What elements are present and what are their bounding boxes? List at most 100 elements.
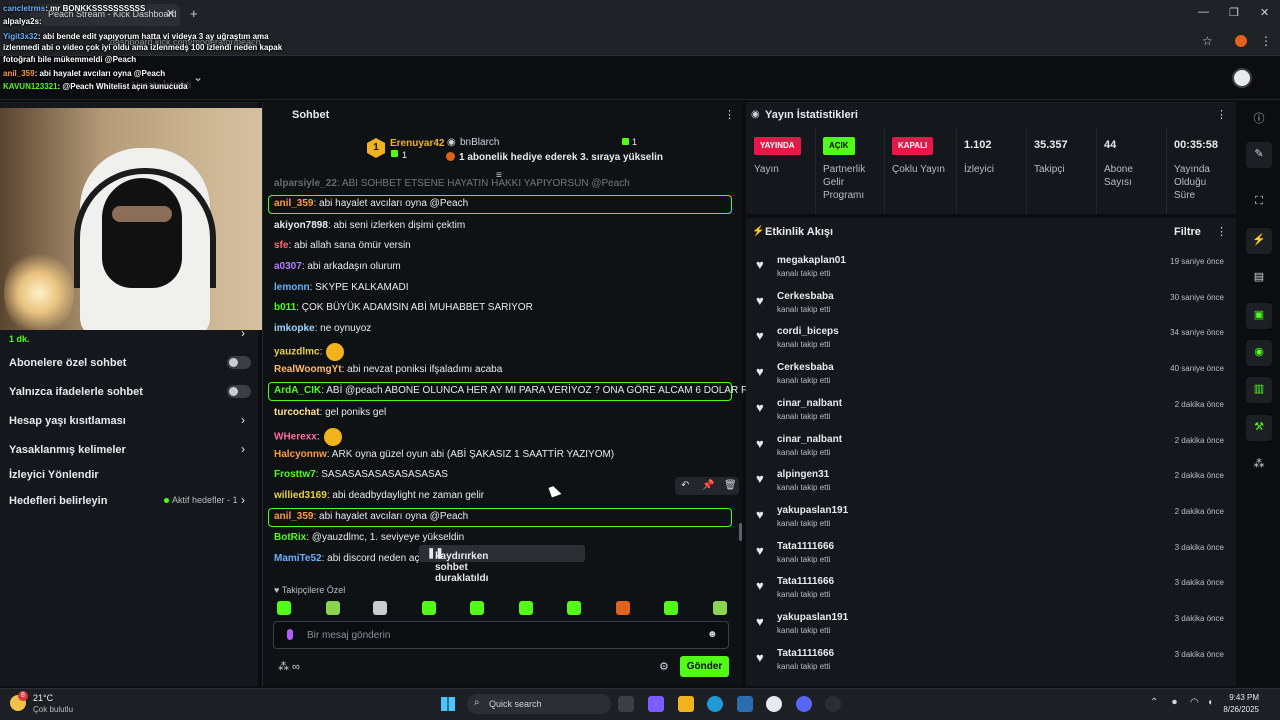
wifi-icon[interactable]: ◠	[1190, 697, 1199, 708]
chat-username[interactable]: sfe	[274, 240, 288, 251]
emoji-icon[interactable]: ☻	[707, 629, 718, 640]
stats-menu-icon[interactable]: ⋮	[1216, 108, 1227, 121]
obs-app-icon[interactable]	[825, 696, 841, 712]
subscriber-chat-toggle[interactable]	[227, 356, 251, 369]
chat-message[interactable]: turcochat: gel poniks gel	[274, 407, 386, 418]
emote-shortcut[interactable]	[616, 601, 630, 615]
discord-app-icon[interactable]	[796, 696, 812, 712]
emote-shortcut[interactable]	[470, 601, 484, 615]
edge-app-icon[interactable]	[707, 696, 723, 712]
feed-username[interactable]: yakupaslan191	[777, 505, 848, 516]
feed-username[interactable]: Tata1111666	[777, 648, 834, 659]
feed-username[interactable]: cinar_nalbant	[777, 398, 842, 409]
feed-username[interactable]: Tata1111666	[777, 576, 834, 587]
emote-shortcut[interactable]	[713, 601, 727, 615]
chat-username[interactable]: WHerexx	[274, 432, 317, 443]
send-button[interactable]: Gönder	[680, 656, 729, 677]
edit-icon[interactable]: ✎	[1246, 142, 1272, 168]
quick-action-icon[interactable]: ⚡	[1246, 228, 1272, 254]
copilot-app-icon[interactable]	[648, 696, 664, 712]
window-close-icon[interactable]: ✕	[1260, 6, 1269, 19]
chat-username[interactable]: RealWoomgYt	[274, 364, 342, 375]
close-tab-icon[interactable]: ✕	[166, 7, 175, 20]
info-icon[interactable]: ⓘ	[1246, 105, 1272, 131]
weather-desc[interactable]: Çok bulutlu	[33, 705, 73, 714]
chat-username[interactable]: alparsiyle_22	[274, 178, 337, 189]
extension-icon[interactable]	[1235, 35, 1247, 47]
pinned-user[interactable]: bnBlarch	[460, 137, 499, 148]
emote-shortcut[interactable]	[567, 601, 581, 615]
terminal-app-icon[interactable]	[618, 696, 634, 712]
chevron-right-icon[interactable]: ›	[241, 493, 245, 507]
chat-message[interactable]: WHerexx:	[274, 428, 342, 446]
browser-menu-icon[interactable]: ⋮	[1260, 34, 1272, 48]
chat-message[interactable]: alparsiyle_22: ABI SOHBET ETSENE HAYATIN…	[274, 178, 630, 189]
chat-message[interactable]: anil_359: abi hayalet avcıları oyna @Pea…	[274, 198, 468, 209]
weather-temp[interactable]: 21°C	[33, 693, 53, 703]
feed-username[interactable]: Cerkesbaba	[777, 291, 834, 302]
new-tab-icon[interactable]: +	[190, 6, 198, 21]
chrome-app-icon[interactable]	[766, 696, 782, 712]
chat-username[interactable]: b011	[274, 302, 296, 313]
feed-username[interactable]: Tata1111666	[777, 541, 834, 552]
chat-message[interactable]: yauzdlmc:	[274, 343, 345, 361]
chat-username[interactable]: BotRix	[274, 532, 306, 543]
chat-message[interactable]: ArdA_CIK: ABİ @peach ABONE OLUNCA HER AY…	[274, 385, 772, 396]
emote-shortcut[interactable]	[326, 601, 340, 615]
gift-cta[interactable]: 1 abonelik hediye ederek 3. sıraya yükse…	[459, 152, 663, 163]
emote-shortcut[interactable]	[519, 601, 533, 615]
chat-message[interactable]: BotRix: @yauzdlmc, 1. seviyeye yükseldin	[274, 532, 464, 543]
chat-username[interactable]: ArdA_CIK	[274, 385, 321, 396]
windows-start-icon[interactable]	[441, 697, 455, 711]
notes-icon[interactable]: ▤	[1246, 265, 1272, 291]
feed-username[interactable]: cinar_nalbant	[777, 434, 842, 445]
chevron-right-icon[interactable]: ›	[241, 442, 245, 456]
sidebar-item-raid[interactable]: İzleyici Yönlendir	[9, 469, 99, 481]
clock-date[interactable]: 8/26/2025	[1215, 705, 1259, 714]
chat-menu-icon[interactable]: ⋮	[724, 108, 735, 121]
chat-message[interactable]: Frosttw7: SASASASASASASASASAS	[274, 469, 448, 480]
chat-message[interactable]: imkopke: ne oynuyoz	[274, 323, 371, 334]
tray-expand-icon[interactable]: ⌃	[1150, 697, 1158, 708]
emote-chat-toggle[interactable]	[227, 385, 251, 398]
store-app-icon[interactable]	[737, 696, 753, 712]
chat-icon[interactable]: ▣	[1246, 303, 1272, 329]
mic-icon[interactable]	[287, 629, 293, 640]
chevron-right-icon[interactable]: ›	[241, 413, 245, 427]
chat-username[interactable]: turcochat	[274, 407, 320, 418]
chevron-down-icon[interactable]: ⌄	[193, 70, 203, 84]
volume-icon[interactable]: ◖	[1207, 697, 1213, 708]
reply-icon[interactable]: ↶	[681, 480, 689, 491]
chat-message[interactable]: a0307: abi arkadaşın olurum	[274, 261, 401, 272]
chat-username[interactable]: Halcyonnw	[274, 449, 327, 460]
emote-shortcut[interactable]	[664, 601, 678, 615]
chat-username[interactable]: willied3169	[274, 490, 327, 501]
emote-shortcut[interactable]	[277, 601, 291, 615]
layout-icon[interactable]: ▥	[1246, 377, 1272, 403]
fullscreen-icon[interactable]: ⛶	[1246, 190, 1272, 216]
avatar[interactable]	[1232, 68, 1252, 88]
points-icon[interactable]: ⁂	[1246, 452, 1272, 478]
feed-username[interactable]: Cerkesbaba	[777, 362, 834, 373]
chat-username[interactable]: anil_359	[274, 511, 313, 522]
mic-tray-icon[interactable]: ⏺	[1172, 697, 1177, 708]
chat-username[interactable]: imkopke	[274, 323, 315, 334]
chat-message[interactable]: RealWoomgYt: abi nevzat poniksi ifşaladı…	[274, 364, 502, 375]
chat-input-placeholder[interactable]: Bir mesaj gönderin	[307, 630, 390, 641]
file-explorer-icon[interactable]	[678, 696, 694, 712]
chat-paused-toast[interactable]: ❚❚ kaydırırken sohbet duraklatıldı	[419, 545, 585, 584]
sidebar-item-goals[interactable]: Hedefleri belirleyin	[9, 495, 107, 507]
sidebar-item-account-age[interactable]: Hesap yaşı kısıtlaması	[9, 415, 126, 427]
chat-username[interactable]: lemonn	[274, 282, 310, 293]
delete-icon[interactable]: 🗑	[724, 480, 737, 491]
pin-icon[interactable]: 📌	[702, 480, 714, 491]
sidebar-item-banned-words[interactable]: Yasaklanmış kelimeler	[9, 444, 126, 456]
chat-username[interactable]: anil_359	[274, 198, 313, 209]
taskbar-search-label[interactable]: Quick search	[489, 699, 542, 709]
emote-shortcut[interactable]	[422, 601, 436, 615]
feed-username[interactable]: alpingen31	[777, 469, 829, 480]
chat-username[interactable]: a0307	[274, 261, 302, 272]
emote-shortcut[interactable]	[373, 601, 387, 615]
gifter-name[interactable]: Erenuyar42	[390, 138, 444, 149]
chat-username[interactable]: Frosttw7	[274, 469, 316, 480]
